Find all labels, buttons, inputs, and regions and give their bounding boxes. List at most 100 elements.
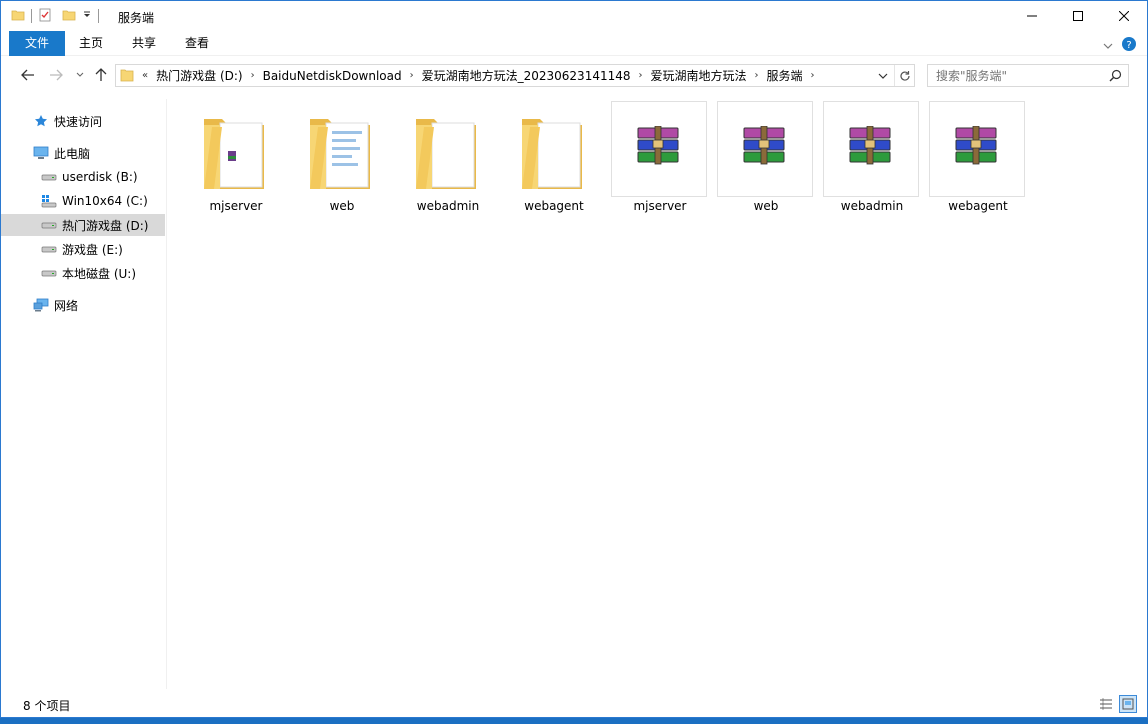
sidebar-item-label: userdisk (B:) [62, 170, 138, 184]
sidebar-item-label: 游戏盘 (E:) [62, 242, 123, 257]
rar-archive-icon [848, 125, 894, 166]
breadcrumb-game-folder[interactable]: 爱玩湖南地方玩法 [647, 67, 751, 84]
folder-icon [304, 109, 380, 193]
search-icon[interactable] [1109, 69, 1122, 85]
file-list: mjserver web webadmin webagent mjserver … [168, 89, 1147, 689]
sidebar-item-drive-u[interactable]: 本地磁盘 (U:) [1, 262, 165, 284]
sidebar-item-label: 快速访问 [54, 114, 103, 129]
drive-icon [41, 265, 57, 281]
sidebar-item-label: Win10x64 (C:) [62, 194, 148, 208]
large-icons-view-icon [1122, 698, 1134, 710]
details-view-button[interactable] [1097, 695, 1115, 713]
forward-button[interactable] [45, 64, 67, 86]
navigation-pane: 快速访问 此电脑 userdisk (B:) Win10x64 (C:) 热门游… [1, 99, 167, 689]
maximize-button[interactable] [1055, 1, 1101, 31]
rar-archive-icon [954, 125, 1000, 166]
properties-icon[interactable] [38, 8, 52, 25]
address-history-button[interactable] [874, 65, 892, 86]
file-name: webadmin [416, 199, 480, 213]
folder-icon [410, 109, 486, 193]
overflow-chevron-icon[interactable]: « [138, 70, 152, 81]
sidebar-item-quick-access[interactable]: 快速访问 [1, 110, 165, 132]
sidebar-item-label: 网络 [54, 298, 79, 313]
file-name: webadmin [840, 199, 904, 213]
folder-item-webadmin[interactable]: webadmin [400, 101, 496, 216]
navigation-bar: « 热门游戏盘 (D:) › BaiduNetdiskDownload › 爱玩… [1, 61, 1147, 89]
breadcrumb-separator-icon[interactable]: › [247, 70, 259, 81]
drive-icon [41, 169, 57, 185]
file-name: web [753, 199, 779, 213]
breadcrumb-separator-icon[interactable]: › [635, 70, 647, 81]
arrow-left-icon [21, 69, 34, 81]
file-name: mjserver [633, 199, 687, 213]
title-bar: 服务端 [1, 1, 1147, 31]
tab-view[interactable]: 查看 [175, 31, 219, 56]
sidebar-item-drive-c[interactable]: Win10x64 (C:) [1, 190, 165, 212]
qat-divider [98, 9, 99, 23]
folder-icon [120, 68, 134, 85]
qat-divider [31, 9, 32, 23]
sidebar-item-this-pc[interactable]: 此电脑 [1, 142, 165, 164]
explorer-window: 服务端 文件 主页 共享 查看 ? « 热门游戏盘 (D:) › BaiduNe… [0, 0, 1148, 718]
back-button[interactable] [17, 64, 39, 86]
file-name: webagent [524, 199, 584, 213]
breadcrumb-current[interactable]: 服务端 [763, 67, 807, 84]
drive-icon [41, 217, 57, 233]
maximize-icon [1073, 11, 1083, 21]
folder-icon [11, 8, 25, 25]
breadcrumb-separator-icon[interactable]: › [807, 70, 819, 81]
breadcrumb-archive-folder[interactable]: 爱玩湖南地方玩法_20230623141148 [418, 67, 635, 84]
recent-locations-button[interactable] [73, 64, 87, 86]
chevron-down-icon [878, 73, 888, 79]
sidebar-item-label: 本地磁盘 (U:) [62, 266, 137, 281]
folder-item-web[interactable]: web [294, 101, 390, 216]
tab-home[interactable]: 主页 [69, 31, 113, 56]
drive-icon [41, 241, 57, 257]
status-bar: 8 个项目 [1, 693, 1147, 717]
rar-archive-icon [742, 125, 788, 166]
expand-ribbon-icon[interactable] [1103, 39, 1113, 53]
search-input[interactable] [928, 65, 1103, 86]
address-bar[interactable]: « 热门游戏盘 (D:) › BaiduNetdiskDownload › 爱玩… [115, 64, 915, 87]
arrow-up-icon [95, 68, 107, 81]
ribbon-tabs: 文件 主页 共享 查看 ? [1, 31, 1147, 56]
refresh-button[interactable] [894, 65, 914, 86]
customize-qat-icon[interactable] [82, 9, 92, 23]
computer-icon [33, 145, 49, 161]
quick-access-toolbar [11, 7, 105, 25]
folder-icon [516, 109, 592, 193]
sidebar-item-label: 热门游戏盘 (D:) [62, 218, 149, 233]
breadcrumb-separator-icon[interactable]: › [406, 70, 418, 81]
breadcrumb-baidunetdiskdownload[interactable]: BaiduNetdiskDownload [259, 69, 406, 83]
search-box[interactable] [927, 64, 1129, 87]
sidebar-item-drive-b[interactable]: userdisk (B:) [1, 166, 165, 188]
sidebar-item-drive-e[interactable]: 游戏盘 (E:) [1, 238, 165, 260]
chevron-down-icon [76, 72, 84, 77]
archive-item-web[interactable]: web [717, 101, 813, 213]
breadcrumb-separator-icon[interactable]: › [751, 70, 763, 81]
archive-item-webadmin[interactable]: webadmin [823, 101, 919, 213]
tab-file[interactable]: 文件 [9, 31, 65, 56]
folder-item-webagent[interactable]: webagent [506, 101, 602, 216]
archive-item-mjserver[interactable]: mjserver [611, 101, 707, 213]
item-count: 8 个项目 [23, 699, 71, 713]
file-name: web [329, 199, 355, 213]
sidebar-item-drive-d[interactable]: 热门游戏盘 (D:) [1, 214, 165, 236]
breadcrumb-drive-d[interactable]: 热门游戏盘 (D:) [152, 67, 246, 84]
sidebar-item-network[interactable]: 网络 [1, 294, 165, 316]
tab-share[interactable]: 共享 [121, 31, 167, 56]
windows-drive-icon [41, 193, 57, 209]
arrow-right-icon [50, 69, 63, 81]
close-button[interactable] [1101, 1, 1147, 31]
folder-item-mjserver[interactable]: mjserver [188, 101, 284, 216]
refresh-icon [899, 70, 910, 81]
help-icon[interactable]: ? [1121, 36, 1137, 55]
large-icons-view-button[interactable] [1119, 695, 1137, 713]
file-name: webagent [948, 199, 1008, 213]
minimize-button[interactable] [1009, 1, 1055, 31]
network-icon [33, 297, 49, 313]
archive-item-webagent[interactable]: webagent [929, 101, 1025, 213]
new-folder-icon[interactable] [62, 8, 76, 25]
details-view-icon [1100, 698, 1112, 710]
up-button[interactable] [91, 64, 111, 86]
